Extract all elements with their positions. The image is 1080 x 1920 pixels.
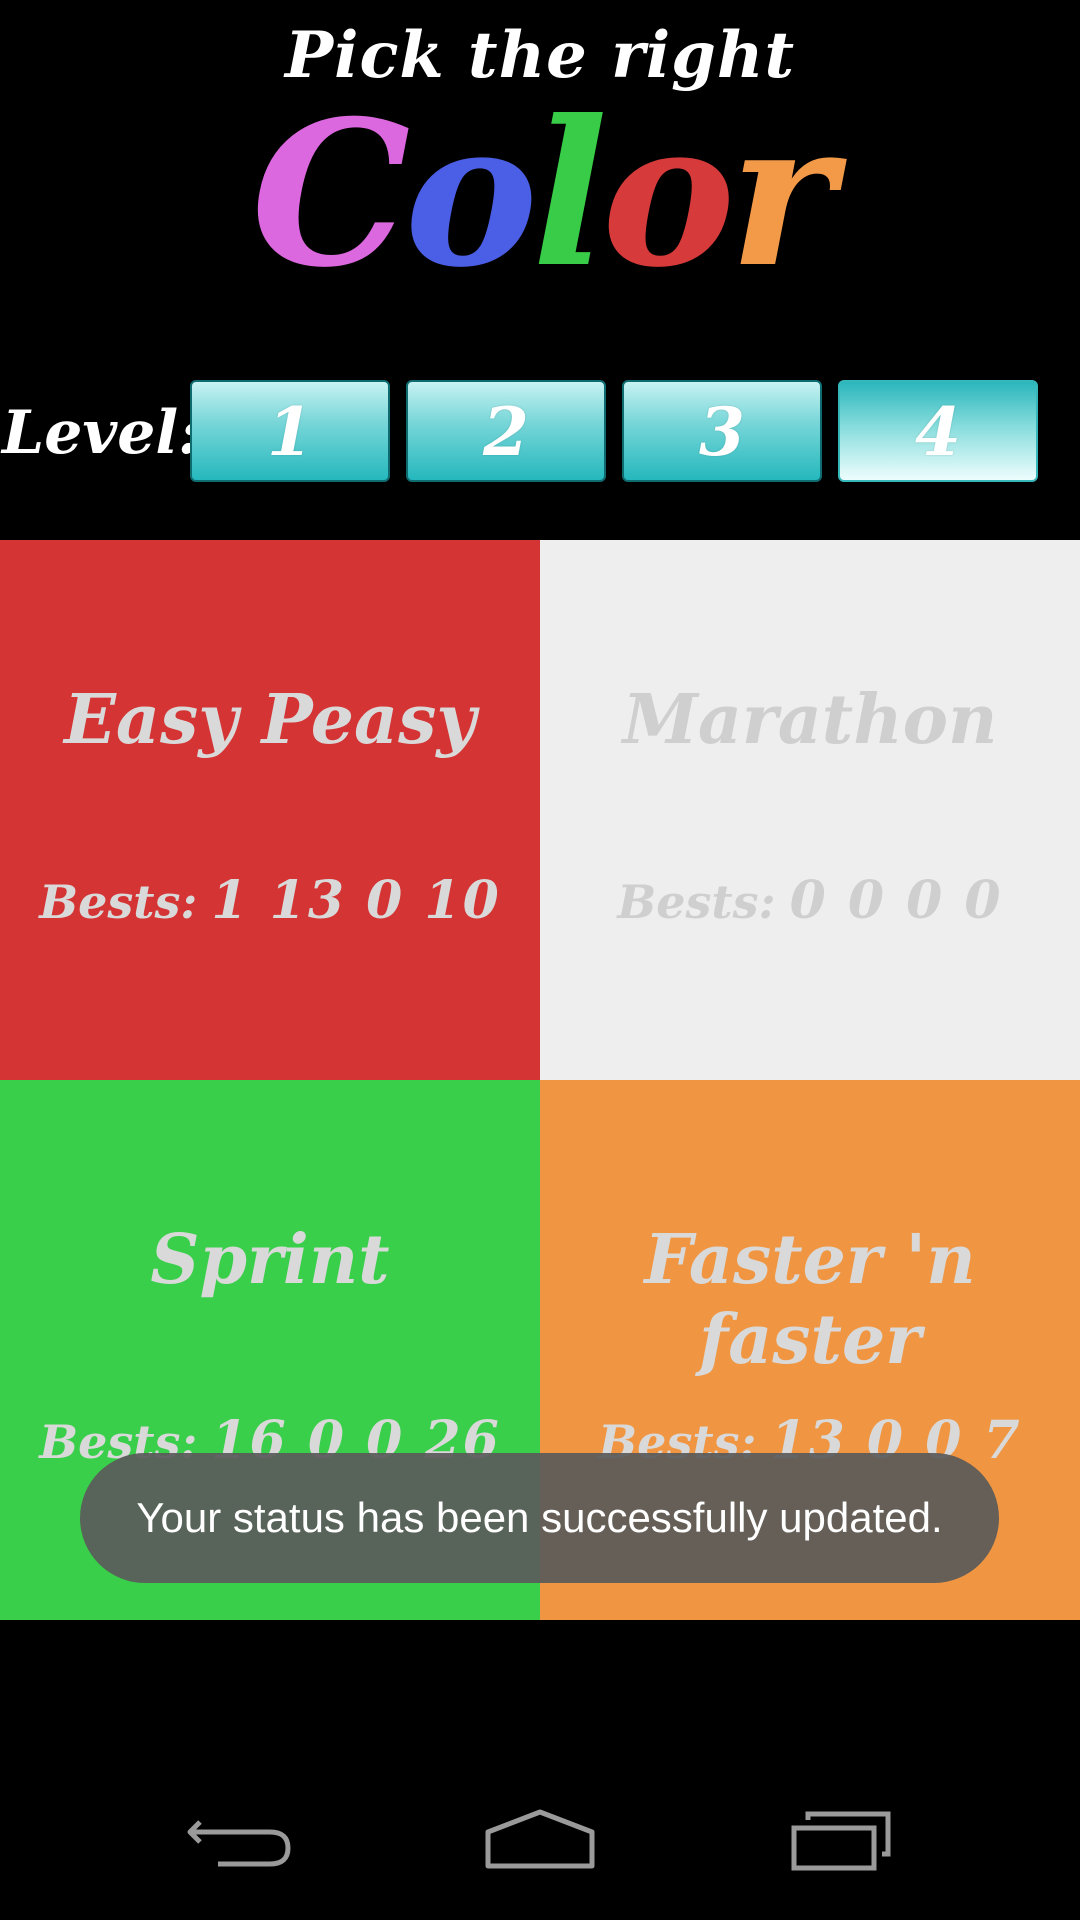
logo-letter: r bbox=[729, 77, 834, 312]
mode-bests: Bests: 0 0 0 0 bbox=[540, 870, 1080, 931]
level-button-1[interactable]: 1 bbox=[190, 380, 390, 482]
level-selector: Level: 1 2 3 4 bbox=[0, 380, 1080, 486]
mode-title: Marathon bbox=[622, 680, 998, 760]
mode-tile-marathon[interactable]: Marathon Bests: 0 0 0 0 bbox=[540, 540, 1080, 1080]
bests-values: 0 0 0 0 bbox=[789, 870, 1003, 931]
recent-apps-icon[interactable] bbox=[760, 1800, 920, 1880]
mode-tile-easy-peasy[interactable]: Easy Peasy Bests: 1 13 0 10 bbox=[0, 540, 540, 1080]
system-navigation-bar bbox=[0, 1760, 1080, 1920]
status-toast: Your status has been successfully update… bbox=[80, 1453, 999, 1583]
app-header: Pick the right Color Level: 1 2 3 4 bbox=[0, 0, 1080, 540]
color-logo: Color bbox=[0, 90, 1080, 300]
back-icon[interactable] bbox=[160, 1800, 320, 1880]
logo-letter: o bbox=[404, 77, 538, 312]
home-icon[interactable] bbox=[460, 1800, 620, 1880]
logo-letter: l bbox=[531, 77, 608, 312]
level-label: Level: bbox=[2, 398, 201, 468]
mode-title: Sprint bbox=[150, 1220, 390, 1300]
bests-label: Bests: bbox=[39, 875, 198, 929]
mode-title: Faster 'n faster bbox=[644, 1220, 976, 1380]
level-button-2[interactable]: 2 bbox=[406, 380, 606, 482]
level-button-4[interactable]: 4 bbox=[838, 380, 1038, 482]
logo-letter: C bbox=[251, 77, 410, 312]
logo-letter: o bbox=[601, 77, 735, 312]
level-button-3[interactable]: 3 bbox=[622, 380, 822, 482]
mode-title: Easy Peasy bbox=[64, 680, 476, 760]
bests-label: Bests: bbox=[617, 875, 776, 929]
mode-bests: Bests: 1 13 0 10 bbox=[0, 870, 540, 931]
bests-values: 1 13 0 10 bbox=[211, 870, 501, 931]
